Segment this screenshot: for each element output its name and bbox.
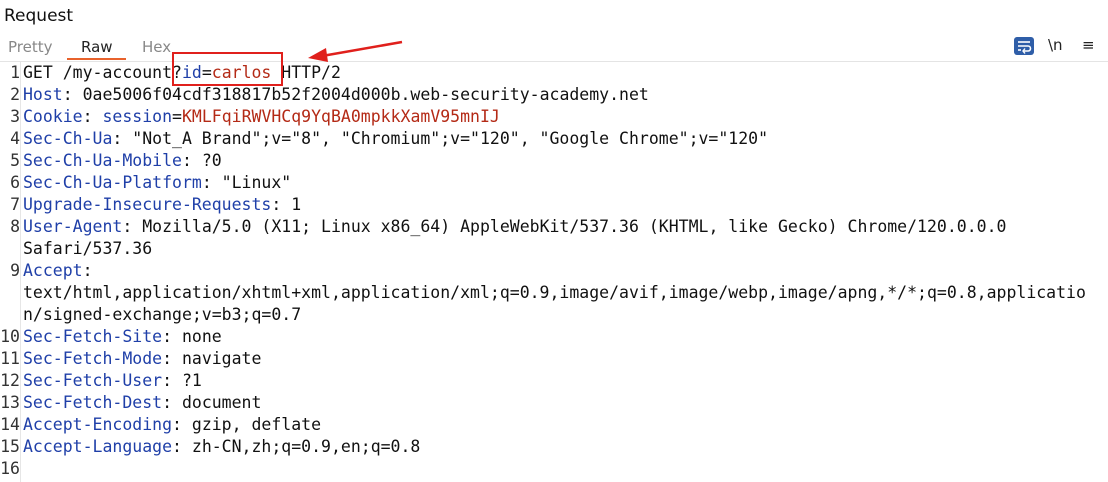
header-name: Host — [23, 85, 63, 104]
line-content: Sec-Fetch-Dest: document — [23, 392, 261, 414]
line-content: Sec-Fetch-User: ?1 — [23, 370, 202, 392]
header-name: Sec-Fetch-User — [23, 371, 163, 390]
line-number: 4 — [10, 129, 20, 148]
tab-raw[interactable]: Raw — [81, 38, 113, 56]
tab-hex[interactable]: Hex — [142, 38, 171, 56]
line-number: 5 — [10, 151, 20, 170]
text-segment: n/signed-exchange;v=b3;q=0.7 — [23, 305, 302, 324]
annotation-arrow-icon — [308, 40, 403, 62]
text-segment: GET /my-account — [23, 63, 173, 82]
tab-pretty[interactable]: Pretty — [8, 38, 53, 56]
highlight-annotation-box — [172, 52, 283, 86]
word-wrap-icon[interactable] — [1014, 37, 1034, 55]
header-name: Upgrade-Insecure-Requests — [23, 195, 272, 214]
line-content: Accept-Language: zh-CN,zh;q=0.9,en;q=0.8 — [23, 436, 420, 458]
text-segment: : ?1 — [162, 371, 202, 390]
line-content: Sec-Ch-Ua: "Not_A Brand";v="8", "Chromiu… — [23, 128, 768, 150]
line-content: Accept-Encoding: gzip, deflate — [23, 414, 321, 436]
line-content: Host: 0ae5006f04cdf318817b52f2004d000b.w… — [23, 84, 649, 106]
gutter-divider — [20, 62, 21, 482]
line-content: Sec-Fetch-Site: none — [23, 326, 222, 348]
header-name: Sec-Ch-Ua-Mobile — [23, 151, 182, 170]
show-newlines-button[interactable]: \n — [1048, 36, 1063, 54]
line-number: 14 — [0, 415, 20, 434]
line-number: 16 — [0, 459, 20, 478]
header-name: Cookie — [23, 107, 83, 126]
line-content: text/html,application/xhtml+xml,applicat… — [23, 282, 1086, 304]
text-segment: : none — [162, 327, 222, 346]
line-number: 15 — [0, 437, 20, 456]
line-number: 11 — [0, 349, 20, 368]
text-segment: text/html,application/xhtml+xml,applicat… — [23, 283, 1086, 302]
param-value: KMLFqiRWVHCq9YqBA0mpkkXamV95mnIJ — [181, 107, 500, 126]
line-number: 12 — [0, 371, 20, 390]
header-name: User-Agent — [23, 217, 123, 236]
view-tabs: Pretty Raw Hex — [0, 36, 1108, 62]
line-number: 7 — [10, 195, 20, 214]
text-segment: : 1 — [271, 195, 302, 214]
line-number: 2 — [10, 85, 20, 104]
line-content: Sec-Ch-Ua-Mobile: ?0 — [23, 150, 222, 172]
line-number: 10 — [0, 327, 20, 346]
text-segment: : document — [162, 393, 262, 412]
line-content: Sec-Ch-Ua-Platform: "Linux" — [23, 172, 291, 194]
menu-icon[interactable]: ≡ — [1082, 36, 1095, 54]
raw-request-editor[interactable]: 1 GET /my-account?id=carlos HTTP/2 2 Host: … — [0, 62, 1108, 482]
text-segment: : — [82, 107, 103, 126]
header-name: Sec-Ch-Ua-Platform — [23, 173, 202, 192]
active-tab-indicator — [67, 58, 126, 60]
line-number: 13 — [0, 393, 20, 412]
line-content: Upgrade-Insecure-Requests: 1 — [23, 194, 301, 216]
line-content: Sec-Fetch-Mode: navigate — [23, 348, 261, 370]
header-name: Sec-Ch-Ua — [23, 129, 113, 148]
line-content: Cookie: session=KMLFqiRWVHCq9YqBA0mpkkXa… — [23, 106, 500, 128]
line-content: User-Agent: Mozilla/5.0 (X11; Linux x86_… — [23, 216, 1006, 238]
line-number: 9 — [10, 261, 20, 280]
text-segment: : gzip, deflate — [172, 415, 322, 434]
line-content: Safari/537.36 — [23, 238, 152, 260]
header-name: Sec-Fetch-Mode — [23, 349, 163, 368]
panel-title: Request — [4, 6, 74, 26]
header-name: Accept-Language — [23, 437, 173, 456]
text-segment: : Mozilla/5.0 (X11; Linux x86_64) AppleW… — [122, 217, 1007, 236]
line-content: Accept: — [23, 260, 93, 282]
header-name: Sec-Fetch-Dest — [23, 393, 163, 412]
text-segment: = — [172, 107, 182, 126]
line-number: 8 — [10, 217, 20, 236]
text-segment: : zh-CN,zh;q=0.9,en;q=0.8 — [172, 437, 421, 456]
line-number: 1 — [10, 63, 20, 82]
line-number: 6 — [10, 173, 20, 192]
header-name: Accept-Encoding — [23, 415, 173, 434]
text-segment: : — [82, 261, 93, 280]
text-segment: Safari/537.36 — [23, 239, 153, 258]
header-name: session — [102, 107, 173, 126]
text-segment: : ?0 — [181, 151, 222, 170]
header-name: Accept — [23, 261, 83, 280]
text-segment: : "Not_A Brand";v="8", "Chromium";v="120… — [112, 129, 769, 148]
text-segment: : "Linux" — [201, 173, 292, 192]
text-segment: : 0ae5006f04cdf318817b52f2004d000b.web-s… — [62, 85, 649, 104]
line-number: 3 — [10, 107, 20, 126]
text-segment: : navigate — [162, 349, 262, 368]
line-content: n/signed-exchange;v=b3;q=0.7 — [23, 304, 301, 326]
header-name: Sec-Fetch-Site — [23, 327, 163, 346]
